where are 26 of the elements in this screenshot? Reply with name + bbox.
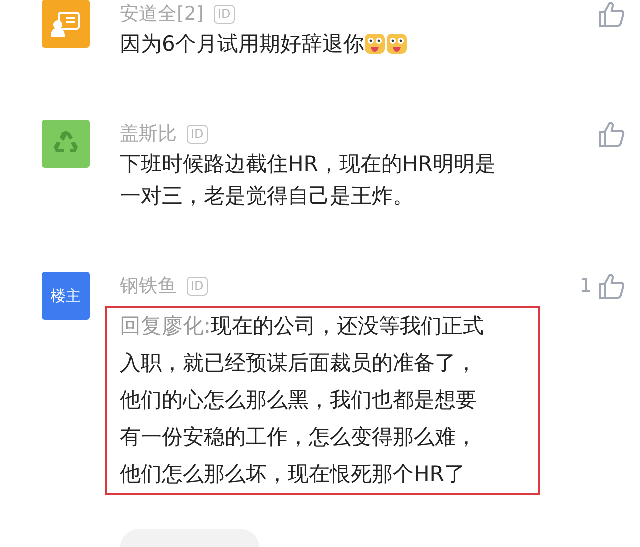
thumbs-up-icon[interactable] [598,272,626,300]
user-avatar[interactable] [42,120,90,168]
thumbs-up-icon[interactable] [598,120,626,148]
id-badge: ID [187,276,208,296]
id-badge: ID [187,124,208,144]
user-name[interactable]: 钢铁鱼 [120,273,177,299]
comment-text: 现在的公司，还没等我们正式 [211,314,484,338]
thumbs-up-icon[interactable] [598,0,626,28]
comment-text: 因为6个月试用期好辞退你 [120,31,364,58]
user-avatar[interactable]: 楼主 [42,272,90,320]
like-count: 1 [580,275,592,297]
user-name[interactable]: 盖斯比 [120,121,177,147]
comment-text: 下班时候路边截住HR，现在的HR明明是 [120,151,496,178]
user-avatar[interactable] [42,0,90,48]
contact-card-icon [51,11,81,37]
comment-text: 他们的心怎么那么黑，我们也都是想要 [120,388,477,412]
emoji-icon [364,33,386,55]
emoji-icon [386,33,408,55]
comment-text: 有一份安稳的工作，怎么变得那么难， [120,425,477,449]
comment-text: 入职，就已经预谋后面裁员的准备了， [120,351,477,375]
comment-text: 他们怎么那么坏，现在恨死那个HR了 [120,462,466,486]
id-badge: ID [214,4,235,24]
avatar-label: 楼主 [51,286,81,306]
reply-prefix: 回复廖化: [120,314,212,338]
user-name[interactable]: 安道全[2] [120,1,204,27]
comment-text: 一对三，老是觉得自己是王炸。 [120,183,414,210]
